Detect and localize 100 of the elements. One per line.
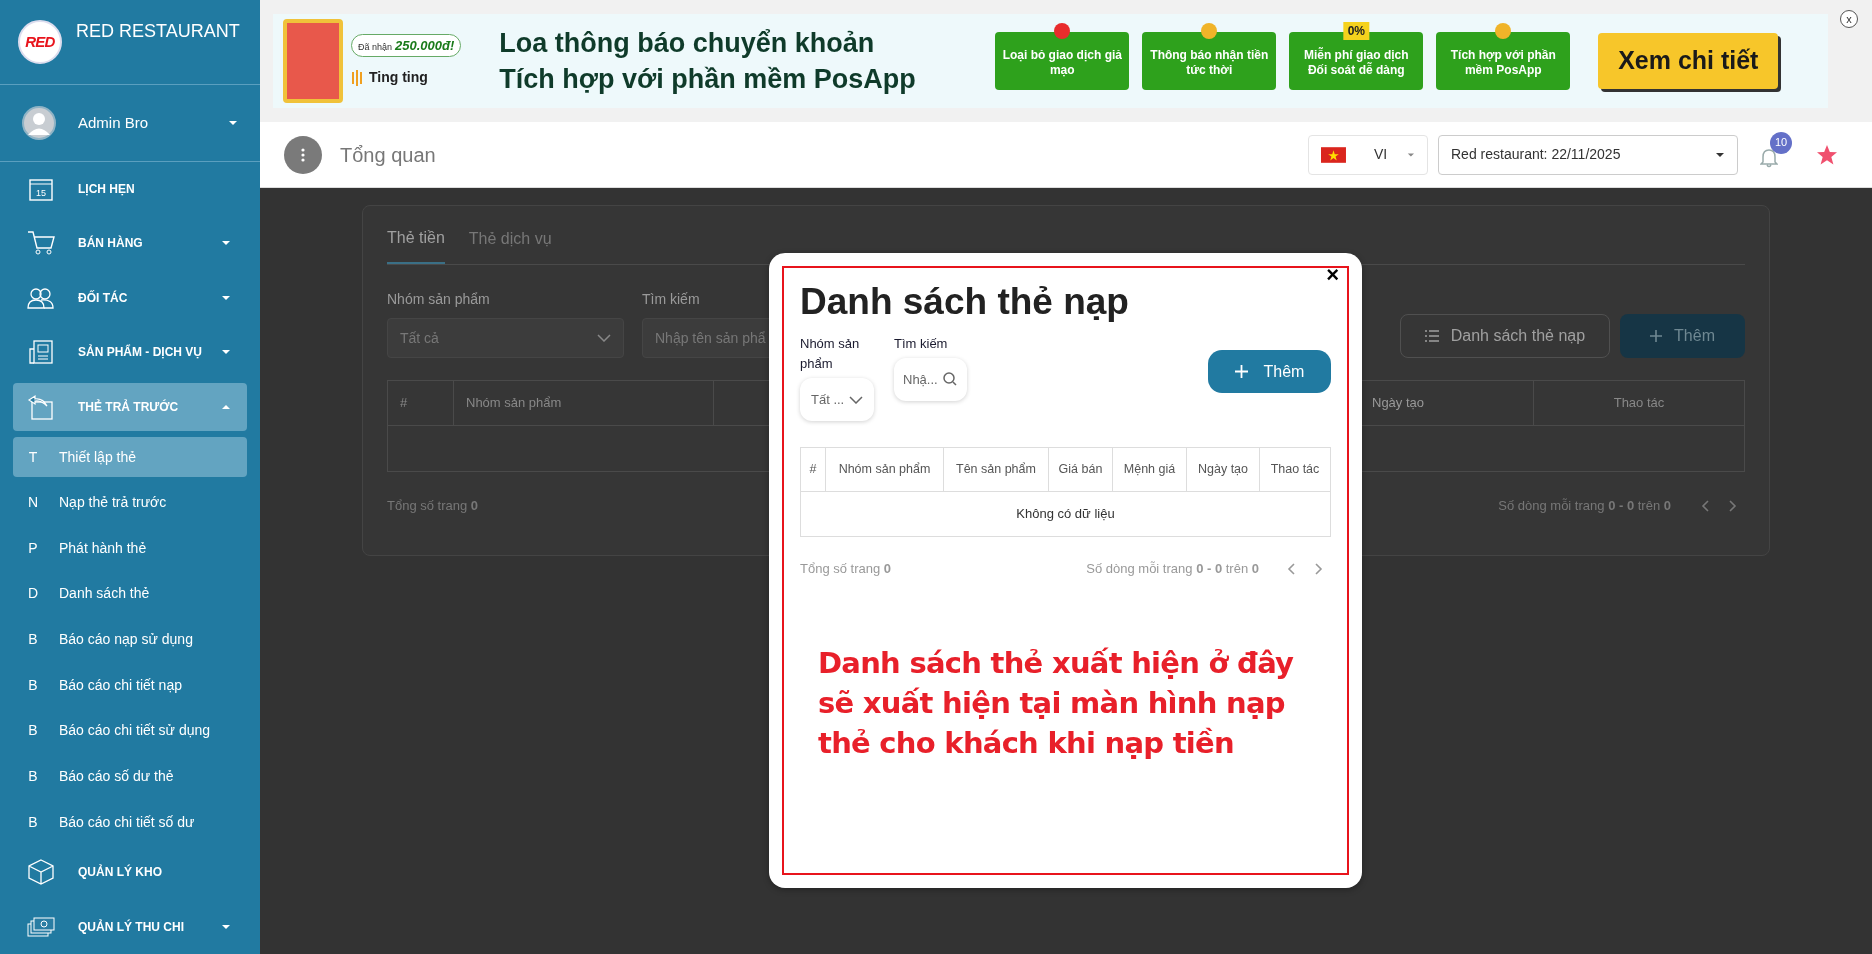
page-title: Tổng quan — [340, 142, 437, 168]
list-icon — [1424, 330, 1439, 342]
tab[interactable]: Thẻ dịch vụ — [468, 226, 552, 264]
details-button[interactable]: Xem chi tiết — [1598, 33, 1779, 89]
close-button[interactable]: x — [1840, 10, 1858, 28]
brand-name: Ting ting — [369, 68, 428, 88]
rows-range-text: Số dòng mỗi trang 0 - 0 trên 0 — [1086, 560, 1259, 578]
headline: Loa thông báo chuyển khoản — [499, 27, 876, 60]
notification-badge: 10 — [1770, 131, 1792, 154]
dialog-title: Danh sách thẻ nạp — [800, 280, 1130, 324]
column-header: Nhóm sản phẩm — [454, 381, 714, 425]
logo: RED — [18, 20, 62, 64]
avatar-icon — [22, 106, 56, 140]
people-icon — [27, 285, 55, 310]
sidebar-item[interactable]: SẢN PHẨM - DỊCH VỤ — [13, 328, 247, 377]
caret-icon — [221, 294, 231, 301]
sidebar-subitem[interactable]: B Báo cáo chi tiết nạp — [13, 665, 247, 706]
calendar-icon: 15 — [28, 176, 54, 201]
page-count-text: Tổng số trang 0 — [800, 560, 892, 578]
newspaper-icon — [28, 339, 54, 366]
filter-label: Tìm kiếm — [642, 290, 700, 309]
filter-label: Nhóm sản phẩm — [800, 335, 861, 373]
cart-icon — [27, 230, 55, 257]
group-select[interactable]: Tất ... — [800, 378, 874, 421]
chevron-right-icon — [1314, 562, 1323, 575]
column-header: Thao tác — [1269, 461, 1321, 479]
star-icon — [1816, 143, 1838, 166]
percent-badge: 0% — [1343, 22, 1369, 40]
sidebar-item[interactable]: BÁN HÀNG — [13, 219, 247, 268]
page-count-text: Tổng số trang 0 — [387, 497, 479, 515]
previous-page-button[interactable] — [1701, 499, 1710, 512]
chevron-right-icon — [1728, 499, 1737, 512]
group-select[interactable]: Tất cả — [387, 318, 624, 358]
caret-icon — [1715, 151, 1725, 158]
caret-icon — [1407, 151, 1415, 158]
sidebar-item[interactable]: QUẢN LÝ THU CHI — [13, 902, 247, 951]
column-header: Ngày tạo — [1187, 448, 1260, 491]
brand-name: RED RESTAURANT — [76, 20, 240, 43]
branch-date-select[interactable]: Red restaurant: 22/11/2025 — [1438, 134, 1738, 175]
menu-button[interactable] — [284, 135, 322, 174]
tab[interactable]: Thẻ tiền — [387, 226, 445, 264]
chevron-left-icon — [1287, 562, 1296, 575]
column-header: Mệnh giá — [1113, 448, 1187, 491]
sidebar-subitem[interactable]: B Báo cáo nạp sử dụng — [13, 619, 247, 660]
filter-label: Tìm kiếm — [894, 335, 948, 353]
received-badge: Đã nhận 250.000đ! — [351, 33, 462, 58]
sidebar-item[interactable]: ĐỐI TÁC — [13, 273, 247, 323]
empty-table-message: Không có dữ liệu — [1016, 505, 1115, 524]
flag-icon — [1321, 144, 1346, 165]
caret-icon — [221, 404, 231, 410]
column-header: Thao tác — [1612, 394, 1666, 413]
bell-icon — [1760, 147, 1778, 168]
filter-label: Nhóm sản phẩm — [387, 290, 490, 309]
column-header: # — [801, 448, 826, 491]
language-select[interactable]: VI — [1308, 134, 1428, 175]
cube-icon — [27, 858, 55, 887]
sidebar-subitem[interactable]: D Danh sách thẻ — [13, 574, 247, 614]
annotation-note: Danh sách thẻ xuất hiện ở đây sẽ xuất hiện tại màn hình nạp thẻ cho khách khi nạp tiền — [818, 644, 1295, 762]
sidebar-subitem[interactable]: P Phát hành thẻ — [13, 528, 247, 569]
ad-banner[interactable] — [273, 14, 1828, 108]
add-button[interactable]: Thêm — [1620, 314, 1745, 358]
plus-icon — [1234, 365, 1248, 378]
chevron-down-icon — [849, 395, 863, 404]
sidebar-subitem[interactable]: N Nạp thẻ trả trước — [13, 482, 247, 523]
column-header: Giá bán — [1049, 448, 1113, 491]
sidebar-item[interactable]: 15 LỊCH HẸN — [13, 164, 247, 214]
sound-bars-icon — [351, 69, 365, 86]
caret-icon — [221, 349, 231, 356]
badge-icon — [1201, 23, 1218, 39]
money-icon — [27, 915, 55, 938]
sidebar-subitem[interactable]: B Báo cáo chi tiết sử dụng — [13, 711, 247, 751]
badge-icon — [1495, 23, 1512, 39]
next-page-button[interactable] — [1728, 499, 1737, 512]
search-field[interactable]: Nhậ... — [894, 358, 967, 401]
rows-range-text: Số dòng mỗi trang 0 - 0 trên 0 — [1498, 497, 1671, 515]
badge-icon — [1054, 23, 1071, 39]
sidebar-subitem[interactable]: T Thiết lập thẻ — [13, 437, 247, 477]
previous-page-button[interactable] — [1287, 562, 1296, 575]
next-page-button[interactable] — [1314, 562, 1323, 575]
caret-icon — [221, 923, 231, 930]
chevron-down-icon — [597, 334, 611, 342]
column-header: # — [388, 381, 454, 425]
search-icon — [943, 372, 957, 386]
caret-icon — [221, 240, 231, 247]
caret-icon — [228, 120, 238, 126]
column-header: Nhóm sản phẩm — [826, 448, 944, 491]
user-name[interactable]: Admin Bro — [78, 111, 228, 135]
box-arrow-icon — [27, 394, 55, 420]
sidebar-item[interactable]: QUẢN LÝ KHO — [13, 847, 247, 897]
close-button[interactable]: × — [1326, 264, 1339, 286]
chevron-left-icon — [1701, 499, 1710, 512]
sidebar-subitem[interactable]: B Báo cáo chi tiết số dư — [13, 802, 247, 842]
more-icon — [301, 147, 305, 162]
plus-icon — [1650, 330, 1663, 342]
headline: Tích hợp với phần mềm PosApp — [499, 63, 917, 96]
add-button[interactable]: Thêm — [1208, 350, 1331, 393]
card-list-button[interactable]: Danh sách thẻ nạp — [1399, 314, 1611, 358]
sidebar-item[interactable]: THẺ TRẢ TRƯỚC — [13, 382, 247, 432]
column-header: Tên sản phẩm — [944, 448, 1049, 491]
sidebar-subitem[interactable]: B Báo cáo số dư thẻ — [13, 756, 247, 797]
